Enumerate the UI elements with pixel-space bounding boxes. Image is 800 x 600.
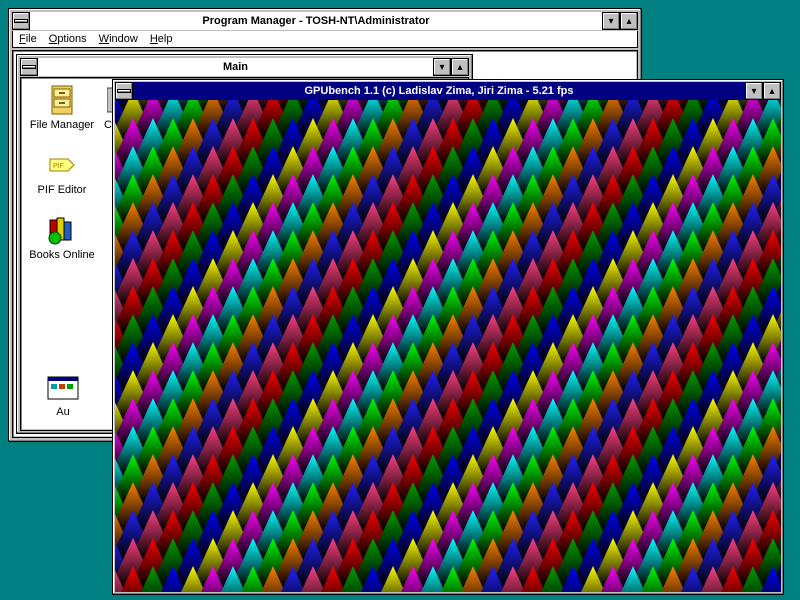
main-group-titlebar[interactable]: Main ▾ ▴ — [20, 58, 469, 76]
svg-text:PIF: PIF — [53, 163, 64, 170]
maximize-button[interactable]: ▴ — [451, 58, 469, 76]
gpubench-render-area — [115, 100, 781, 592]
minimize-button[interactable]: ▾ — [602, 12, 620, 30]
minimize-button[interactable]: ▾ — [745, 82, 763, 100]
menu-bar: File Options Window Help — [12, 31, 638, 48]
program-group-icon — [47, 371, 79, 403]
program-manager-titlebar[interactable]: Program Manager - TOSH-NT\Administrator … — [12, 12, 638, 30]
pif-editor-icon[interactable]: PIF PIF Editor — [27, 149, 97, 196]
system-menu-button[interactable] — [12, 12, 30, 30]
books-online-icon[interactable]: Books Online — [27, 214, 97, 261]
pif-tag-icon: PIF — [46, 149, 78, 181]
gpubench-title: GPUbench 1.1 (c) Ladislav Zima, Jiri Zim… — [133, 82, 745, 100]
icon-label: C — [102, 119, 112, 131]
gpubench-titlebar[interactable]: GPUbench 1.1 (c) Ladislav Zima, Jiri Zim… — [115, 82, 781, 100]
maximize-button[interactable]: ▴ — [620, 12, 638, 30]
menu-file[interactable]: File — [19, 33, 37, 45]
icon-label: PIF Editor — [38, 184, 87, 196]
system-menu-button[interactable] — [115, 82, 133, 100]
file-cabinet-icon — [46, 84, 78, 116]
minimize-button[interactable]: ▾ — [433, 58, 451, 76]
menu-help[interactable]: Help — [150, 33, 173, 45]
icon-label: File Manager — [30, 119, 94, 131]
file-manager-icon[interactable]: File Manager — [27, 84, 97, 131]
system-menu-button[interactable] — [20, 58, 38, 76]
menu-window[interactable]: Window — [99, 33, 138, 45]
books-icon — [46, 214, 78, 246]
maximize-button[interactable]: ▴ — [763, 82, 781, 100]
autostart-group-icon[interactable]: Au — [33, 371, 93, 418]
program-manager-title: Program Manager - TOSH-NT\Administrator — [30, 12, 602, 30]
main-group-title: Main — [38, 58, 433, 76]
icon-label: Books Online — [29, 249, 94, 261]
gpubench-window: GPUbench 1.1 (c) Ladislav Zima, Jiri Zim… — [112, 79, 784, 595]
icon-label: Au — [56, 406, 69, 418]
menu-options[interactable]: Options — [49, 33, 87, 45]
